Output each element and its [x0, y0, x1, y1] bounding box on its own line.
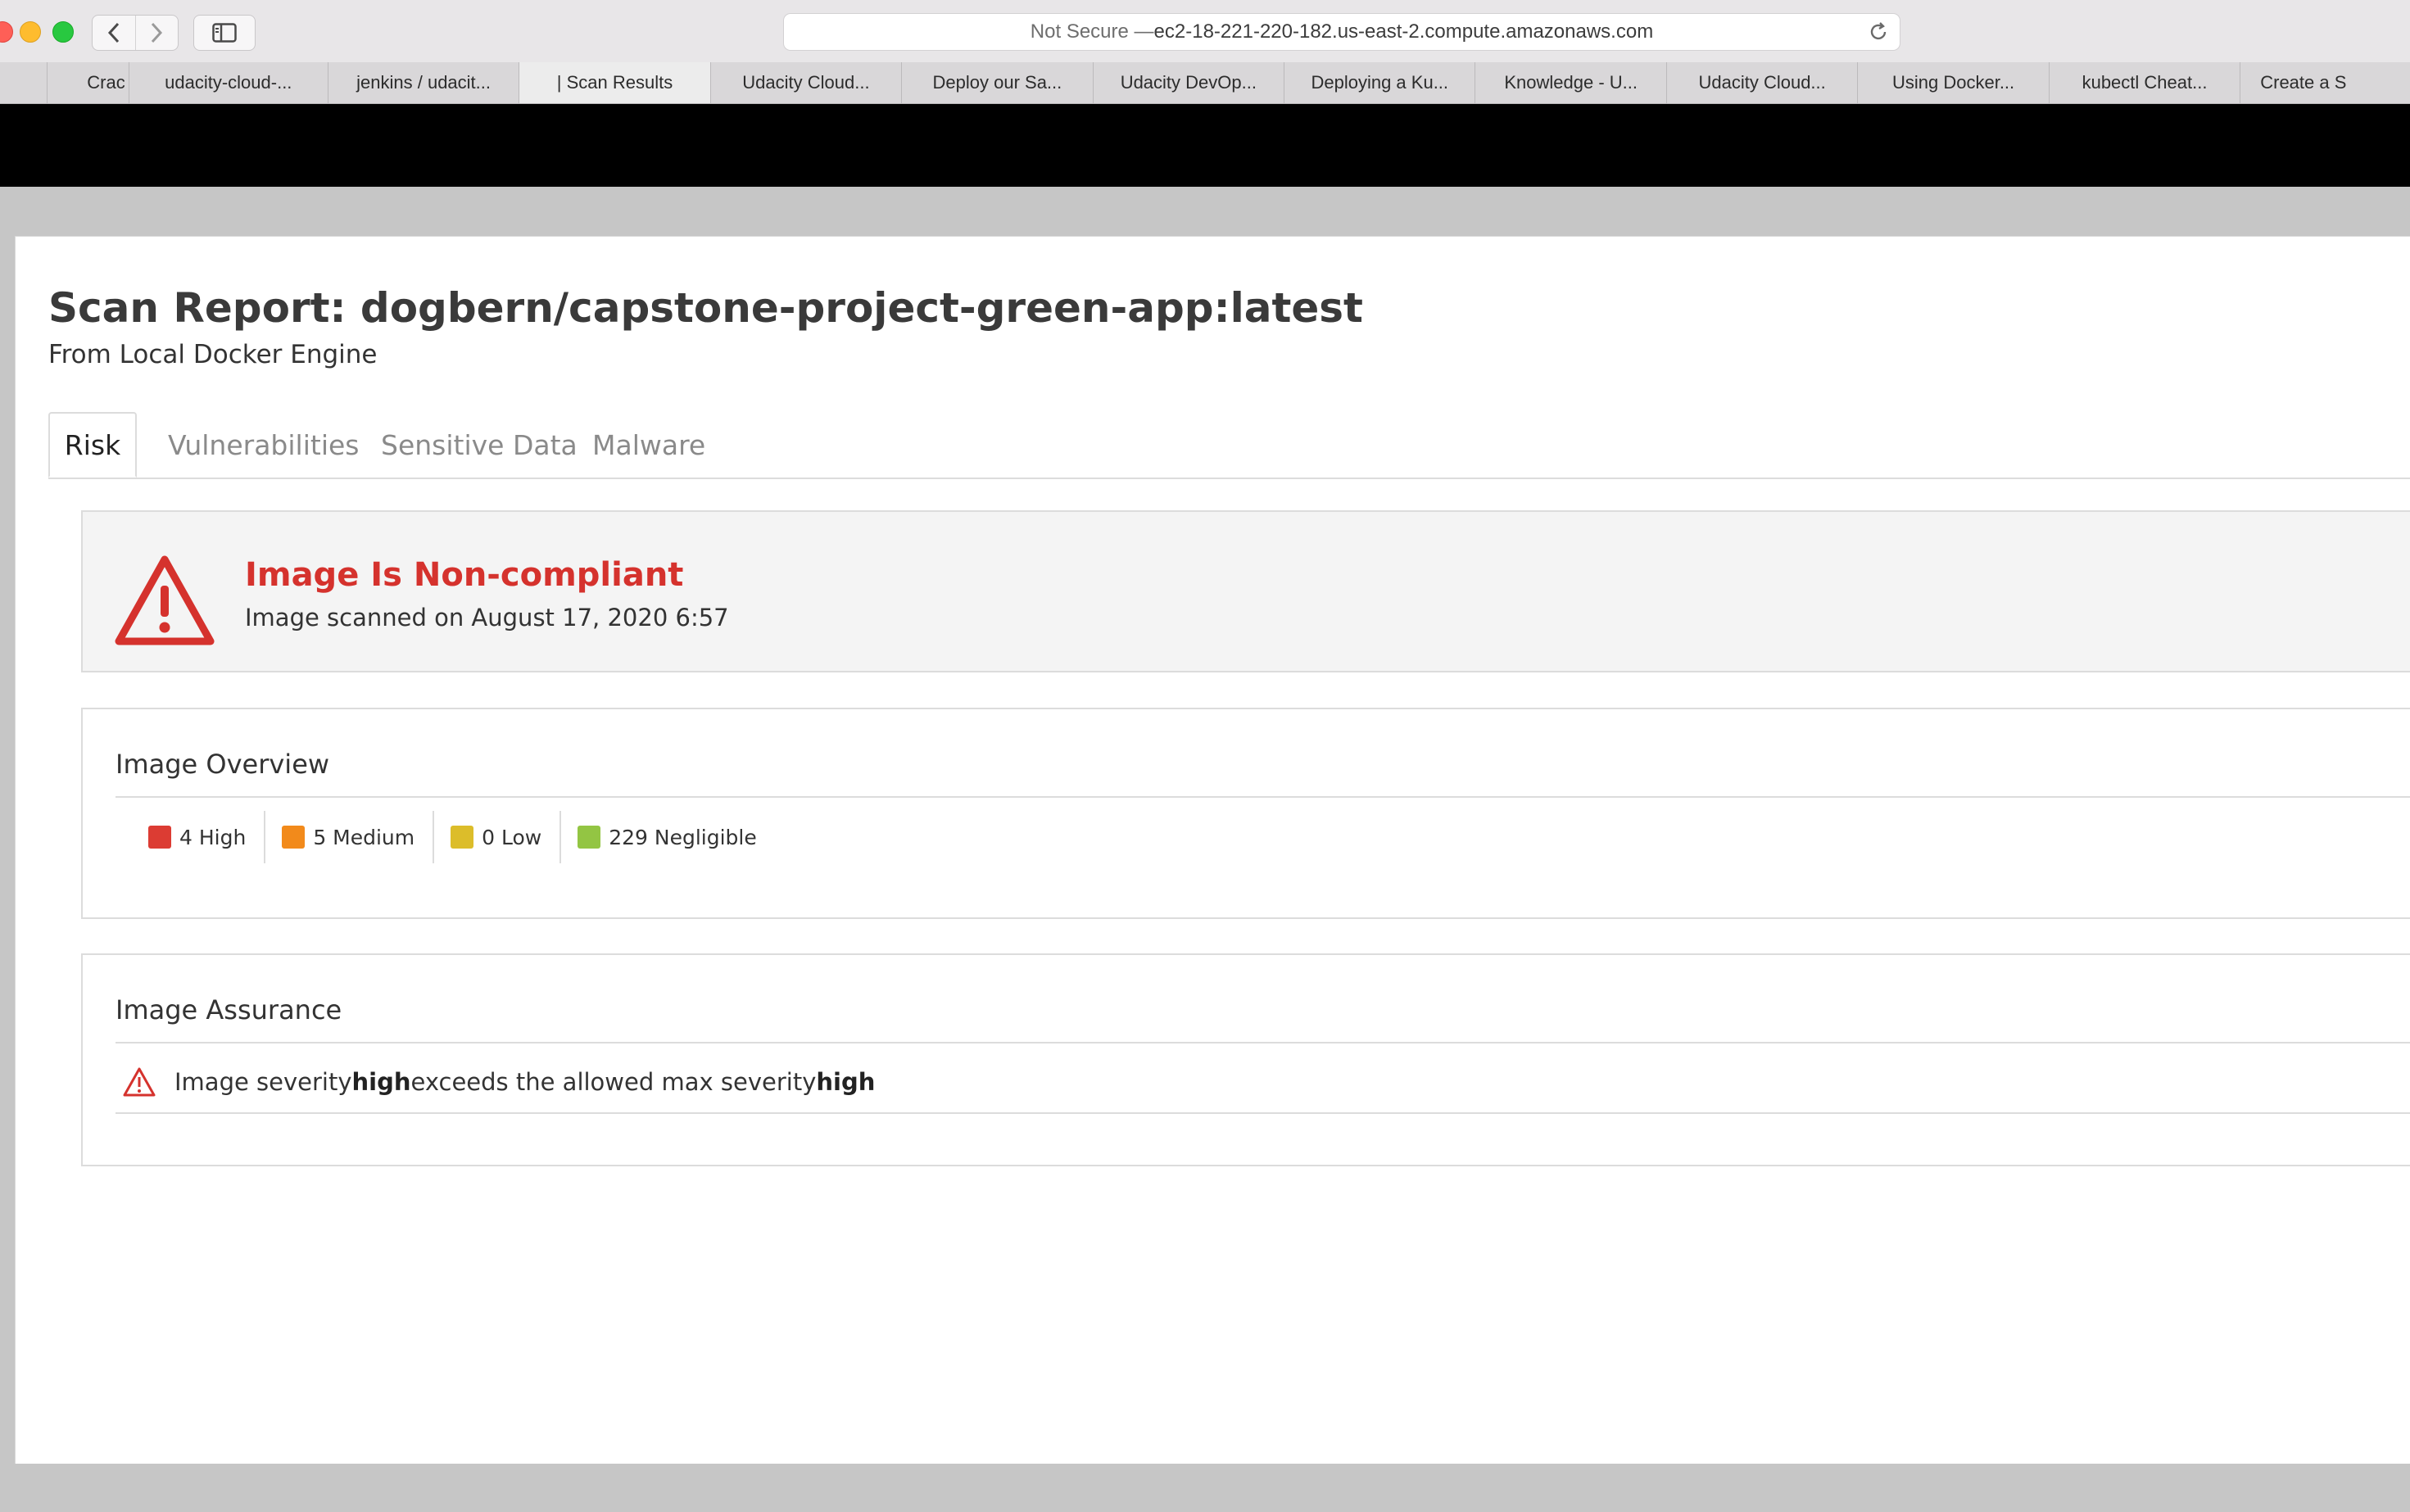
- minimize-window-button[interactable]: [20, 21, 41, 43]
- severity-swatch: [578, 826, 601, 849]
- browser-tab[interactable]: Udacity Cloud...: [1667, 62, 1859, 103]
- forward-button[interactable]: [134, 16, 179, 50]
- chevron-right-icon: [152, 22, 163, 43]
- compliance-status-title: Image Is Non-compliant: [245, 556, 684, 594]
- sidebar-toggle-button[interactable]: [193, 15, 256, 51]
- browser-tab[interactable]: Deploying a Ku...: [1284, 62, 1476, 103]
- reload-icon[interactable]: [1867, 20, 1890, 43]
- browser-tab[interactable]: Knowledge - U...: [1475, 62, 1667, 103]
- back-button[interactable]: [93, 16, 135, 50]
- divider: [116, 1112, 2410, 1114]
- assurance-violation-row: Image severity high exceeds the allowed …: [122, 1063, 875, 1101]
- severity-swatch: [451, 826, 474, 849]
- divider: [116, 1042, 2410, 1043]
- tab-malware[interactable]: Malware: [592, 412, 705, 478]
- severity-summary: 4 High 5 Medium 0 Low 229 Negligible: [116, 811, 775, 863]
- tab-vulnerabilities[interactable]: Vulnerabilities: [168, 412, 359, 478]
- assurance-text: exceeds the allowed max severity: [410, 1068, 817, 1096]
- severity-item: 0 Low: [433, 811, 559, 863]
- severity-item: 229 Negligible: [559, 811, 775, 863]
- assurance-severity: high: [351, 1068, 411, 1096]
- browser-tab[interactable]: Udacity Cloud...: [711, 62, 903, 103]
- app-header-bar: [0, 104, 2410, 187]
- severity-item: 5 Medium: [264, 811, 433, 863]
- image-overview-card: Image Overview 4 High 5 Medium 0 Low 229 Ne…: [81, 708, 2410, 919]
- chevron-left-icon: [107, 22, 119, 43]
- url-host: ec2-18-221-220-182.us-east-2.compute.ama…: [1153, 20, 1654, 43]
- severity-swatch: [282, 826, 306, 849]
- browser-tab[interactable]: Udacity DevOp...: [1094, 62, 1285, 103]
- assurance-text: Image severity: [174, 1068, 352, 1096]
- not-secure-label: Not Secure —: [1030, 20, 1154, 43]
- tab-risk[interactable]: Risk: [48, 412, 137, 478]
- scan-timestamp: Image scanned on August 17, 2020 6:57: [245, 604, 729, 632]
- report-tabs: Risk Vulnerabilities Sensitive Data Malw…: [48, 412, 2410, 479]
- scan-report-page: Scan Report: dogbern/capstone-project-gr…: [15, 236, 2410, 1464]
- zoom-window-button[interactable]: [52, 21, 74, 43]
- severity-label: 5 Medium: [313, 825, 415, 849]
- severity-swatch: [148, 826, 171, 849]
- browser-titlebar: Not Secure — ec2-18-221-220-182.us-east-…: [0, 0, 2410, 63]
- browser-tab[interactable]: Create a S: [2240, 62, 2410, 103]
- tab-sensitive-data[interactable]: Sensitive Data: [381, 412, 578, 478]
- browser-tab[interactable]: Deploy our Sa...: [902, 62, 1094, 103]
- page-subtitle: From Local Docker Engine: [48, 340, 378, 369]
- severity-label: 0 Low: [482, 825, 542, 849]
- browser-tab[interactable]: Using Docker...: [1858, 62, 2050, 103]
- browser-tab[interactable]: udacity-cloud-...: [129, 62, 328, 103]
- sidebar-icon: [212, 23, 237, 43]
- image-overview-title: Image Overview: [116, 749, 330, 780]
- close-window-button[interactable]: [0, 21, 13, 43]
- warning-icon: [123, 1067, 156, 1097]
- browser-tab-active[interactable]: | Scan Results: [519, 62, 711, 103]
- address-bar[interactable]: Not Secure — ec2-18-221-220-182.us-east-…: [783, 13, 1900, 51]
- severity-item: 4 High: [116, 811, 264, 863]
- compliance-status-card: Image Is Non-compliant Image scanned on …: [81, 510, 2410, 672]
- browser-tab[interactable]: kubectl Cheat...: [2050, 62, 2241, 103]
- browser-tab[interactable]: Crac: [48, 62, 129, 103]
- browser-tab[interactable]: jenkins / udacit...: [328, 62, 520, 103]
- severity-label: 4 High: [179, 825, 247, 849]
- image-assurance-card: Image Assurance Image severity high exce…: [81, 953, 2410, 1166]
- page-title: Scan Report: dogbern/capstone-project-gr…: [48, 284, 1363, 332]
- image-assurance-title: Image Assurance: [116, 994, 342, 1025]
- severity-label: 229 Negligible: [609, 825, 757, 849]
- divider: [116, 796, 2410, 798]
- browser-tab-pinned[interactable]: [0, 62, 48, 103]
- browser-tab-strip: Crac udacity-cloud-... jenkins / udacit.…: [0, 62, 2410, 104]
- history-nav: [92, 15, 179, 51]
- warning-triangle-icon: [115, 555, 215, 645]
- assurance-max-severity: high: [816, 1068, 876, 1096]
